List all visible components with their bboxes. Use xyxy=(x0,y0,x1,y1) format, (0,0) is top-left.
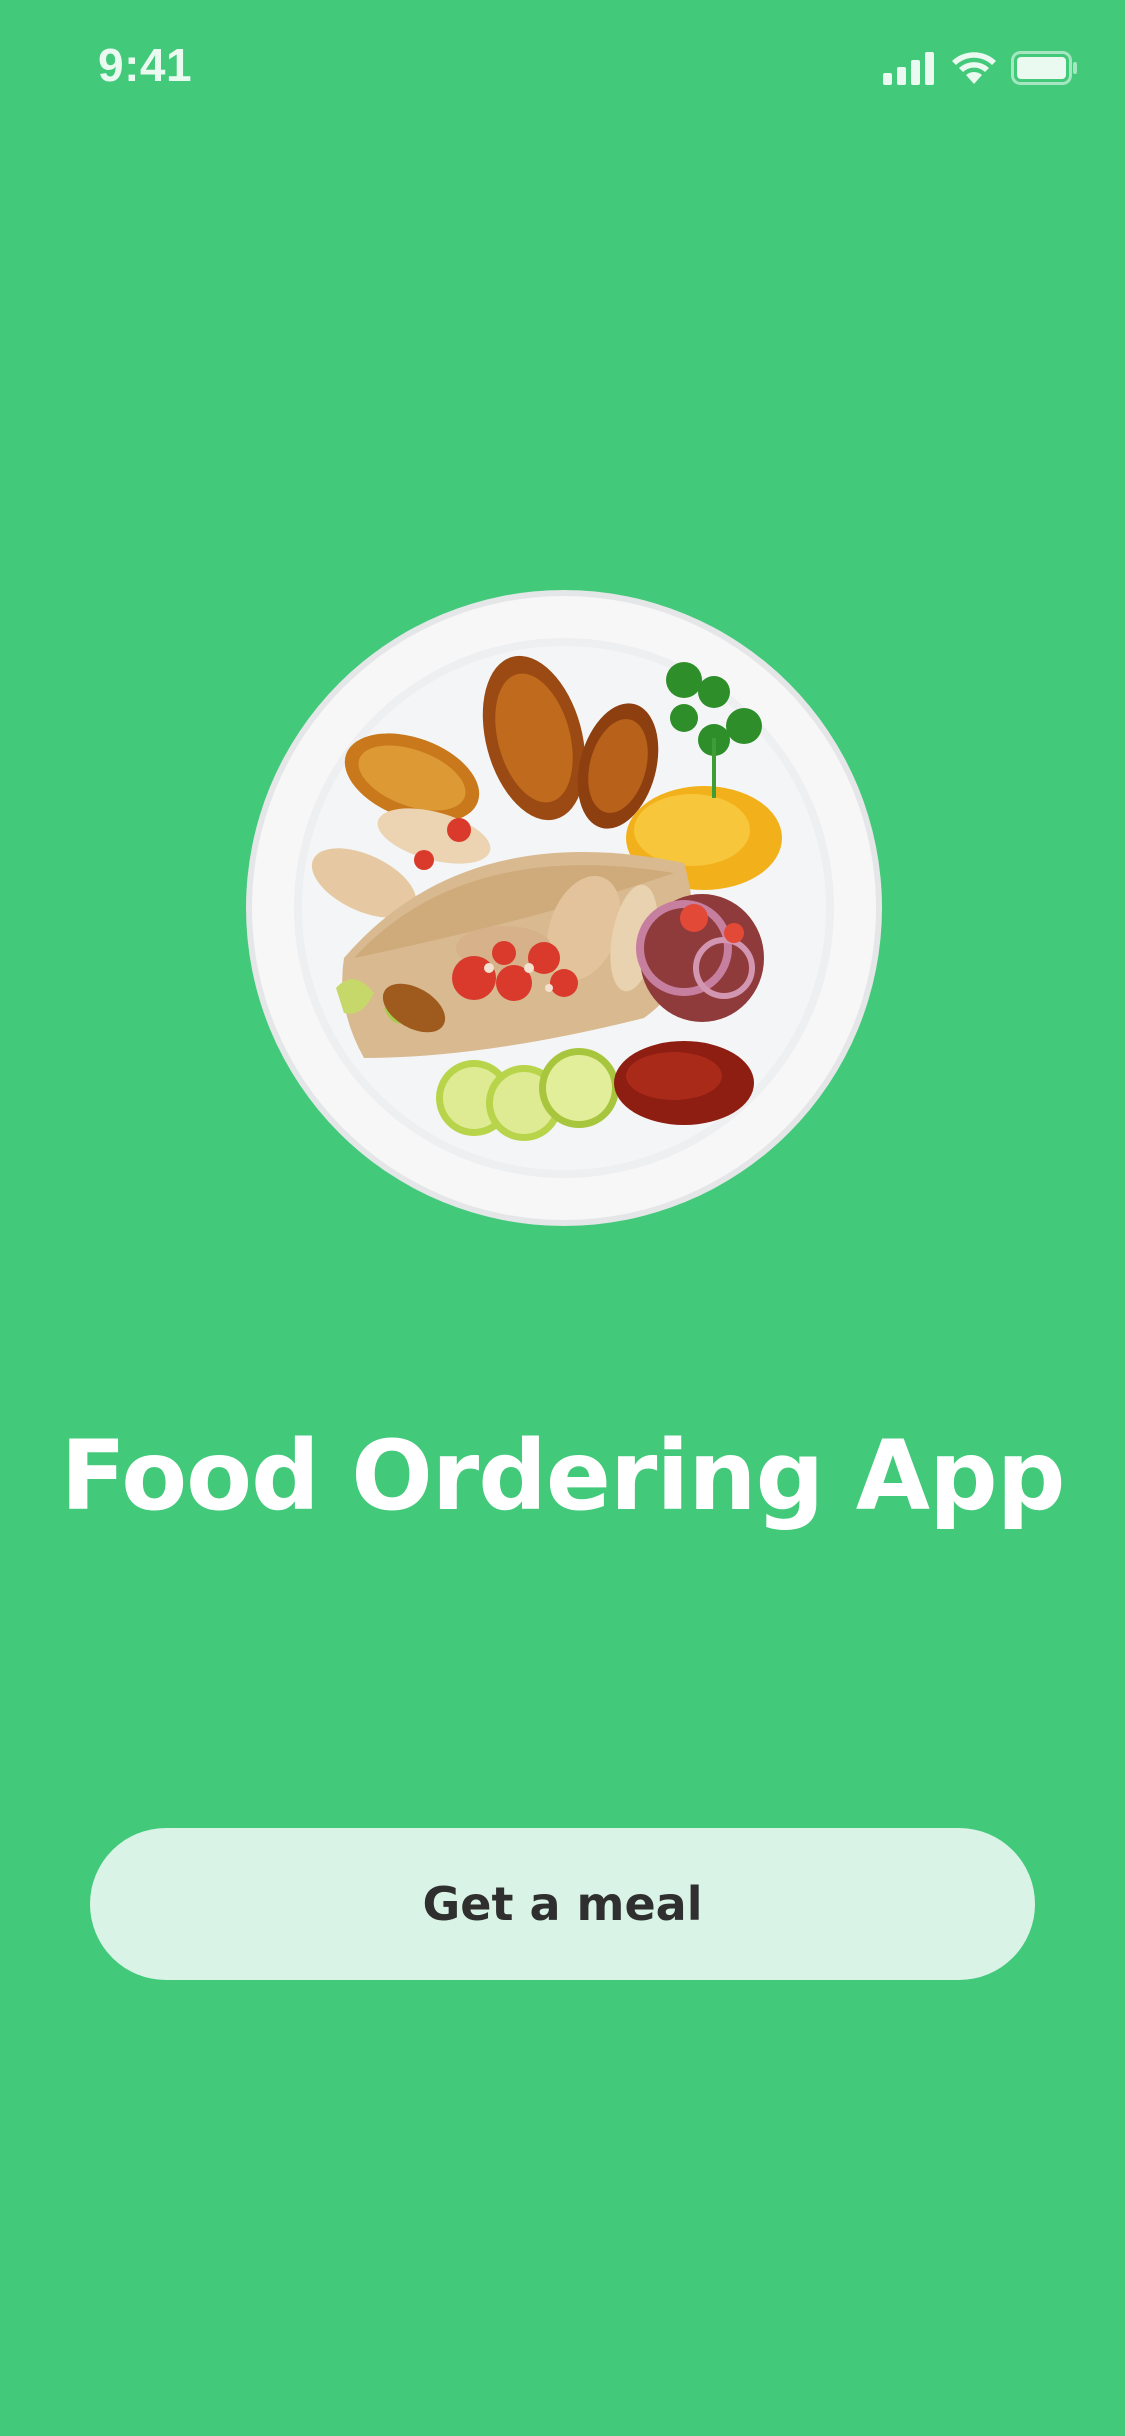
status-bar: 9:41 xyxy=(0,0,1125,140)
battery-icon xyxy=(1011,51,1079,85)
app-title: Food Ordering App xyxy=(60,1420,1066,1532)
signal-bars-icon xyxy=(883,51,937,85)
wifi-icon xyxy=(951,51,997,85)
get-a-meal-button-label: Get a meal xyxy=(422,1877,703,1931)
status-time: 9:41 xyxy=(98,39,193,91)
status-icons xyxy=(883,48,1079,88)
get-a-meal-button[interactable]: Get a meal xyxy=(90,1828,1035,1980)
onboarding-screen: 9:41 Food Ordering App Get a meal xyxy=(0,0,1125,2436)
food-plate-image xyxy=(244,588,884,1228)
